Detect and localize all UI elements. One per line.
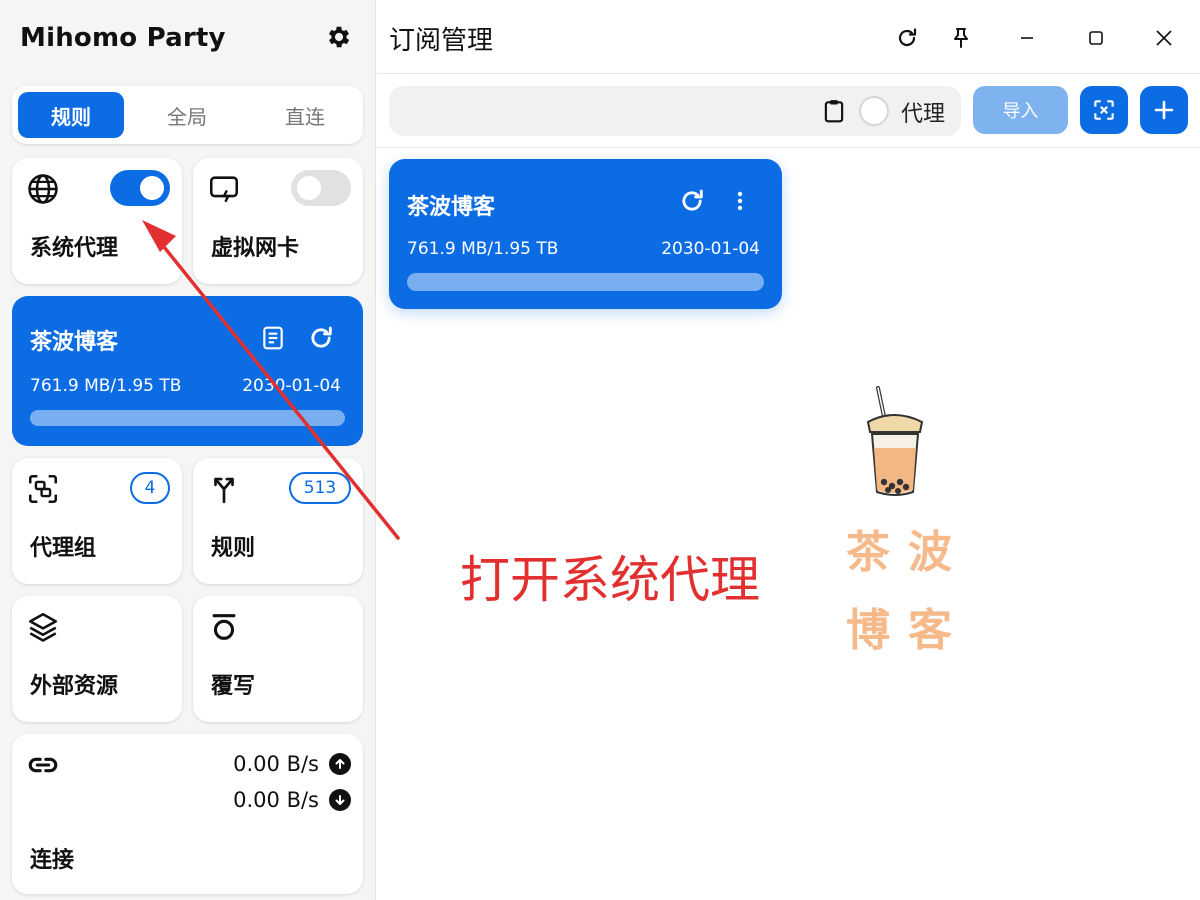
upload-icon (329, 753, 351, 775)
rules-label: 规则 (211, 536, 256, 561)
boba-tea-icon (866, 386, 924, 496)
minimize-icon (1021, 37, 1033, 39)
mode-tab-global[interactable]: 全局 (134, 92, 240, 138)
refresh-profile-button[interactable] (676, 185, 708, 217)
override-label: 覆写 (211, 674, 256, 699)
refresh-subscription-button[interactable] (305, 322, 337, 354)
page-title: 订阅管理 (389, 26, 494, 56)
profile-card[interactable]: 茶波博客 761.9 MB/1.95 TB 2030-01-04 (389, 159, 782, 309)
system-proxy-label: 系统代理 (30, 236, 119, 261)
profile-usage: 761.9 MB/1.95 TB (407, 239, 559, 259)
current-subscription-card[interactable]: 茶波博客 761.9 MB/1.95 TB 2030-01-04 (12, 296, 363, 446)
clipboard-icon (824, 100, 844, 123)
brand-letter-m: M (20, 23, 47, 53)
edit-file-button[interactable] (257, 322, 289, 354)
system-proxy-card[interactable]: 系统代理 (12, 158, 182, 284)
scan-qr-button[interactable] (1080, 86, 1128, 134)
mode-tab-rule[interactable]: 规则 (18, 92, 124, 138)
mode-selector: 规则 全局 直连 (12, 86, 363, 144)
profile-menu-button[interactable] (724, 185, 756, 217)
sidebar: Mihomo Party 规则 全局 直连 系统代理 虚拟网卡 茶波博客 761… (0, 0, 376, 900)
proxy-groups-card[interactable]: 4 代理组 (12, 458, 182, 584)
tun-card[interactable]: 虚拟网卡 (193, 158, 363, 284)
proxy-groups-count: 4 (130, 472, 170, 504)
app-brand: Mihomo Party (20, 20, 226, 56)
close-button[interactable] (1146, 20, 1182, 56)
download-speed: 0.00 B/s (233, 788, 351, 812)
layers-icon (28, 612, 58, 642)
profile-name: 茶波博客 (407, 195, 496, 220)
brand-name: ihomo Party (46, 23, 226, 53)
maximize-icon (1089, 31, 1103, 45)
use-proxy-checkbox[interactable] (859, 96, 889, 126)
minimize-button[interactable] (1009, 20, 1045, 56)
subscription-expire: 2030-01-04 (242, 376, 341, 396)
download-speed-value: 0.00 B/s (233, 788, 319, 812)
subscription-url-input[interactable] (403, 98, 813, 124)
title-bar: 订阅管理 (377, 0, 1200, 74)
refresh-icon (682, 189, 703, 211)
globe-icon (28, 174, 58, 204)
more-vert-icon (737, 191, 743, 211)
tun-toggle[interactable] (291, 170, 351, 206)
maximize-button[interactable] (1078, 20, 1114, 56)
file-icon (263, 326, 283, 350)
subscription-usage: 761.9 MB/1.95 TB (30, 376, 182, 396)
upload-speed: 0.00 B/s (233, 752, 351, 776)
proxy-group-icon (28, 474, 58, 504)
profile-usage-bar (407, 273, 764, 291)
refresh-icon (311, 326, 332, 348)
tun-icon (209, 176, 239, 203)
watermark-line-1: 茶波 (846, 527, 970, 578)
usage-progress-bar (30, 410, 345, 426)
refresh-icon (898, 28, 917, 47)
upload-speed-value: 0.00 B/s (233, 752, 319, 776)
main-panel: 订阅管理 代理 导入 茶波博客 761.9 MB/1.95 TB 2030-01… (377, 0, 1200, 900)
resources-label: 外部资源 (30, 674, 119, 699)
download-icon (329, 789, 351, 811)
rules-count: 513 (289, 472, 351, 504)
subscription-toolbar: 代理 导入 (377, 74, 1200, 148)
annotation-text: 打开系统代理 (460, 551, 760, 609)
profile-expire: 2030-01-04 (661, 239, 760, 259)
import-button[interactable]: 导入 (973, 86, 1068, 134)
add-profile-button[interactable] (1140, 86, 1188, 134)
plus-icon (1154, 100, 1174, 120)
url-input-box: 代理 (389, 86, 961, 136)
mode-tab-direct[interactable]: 直连 (252, 92, 358, 138)
refresh-button[interactable] (889, 20, 925, 56)
proxy-groups-label: 代理组 (30, 536, 97, 561)
connections-label: 连接 (30, 848, 75, 873)
subscription-name: 茶波博客 (30, 330, 119, 355)
pin-icon (954, 28, 968, 48)
tun-label: 虚拟网卡 (211, 236, 300, 261)
override-card[interactable]: 覆写 (193, 596, 363, 722)
override-icon (212, 614, 236, 640)
connections-card[interactable]: 0.00 B/s 0.00 B/s 连接 (12, 734, 363, 894)
link-icon (28, 757, 58, 773)
rules-icon (214, 477, 234, 504)
settings-button[interactable] (322, 20, 356, 54)
toggle-knob (297, 176, 321, 200)
close-icon (1156, 30, 1172, 46)
watermark-line-2: 博客 (846, 605, 970, 656)
resources-card[interactable]: 外部资源 (12, 596, 182, 722)
settings-icon (328, 26, 350, 48)
toggle-knob (140, 176, 164, 200)
paste-button[interactable] (821, 98, 847, 124)
pin-button[interactable] (943, 20, 979, 56)
rules-card[interactable]: 513 规则 (193, 458, 363, 584)
qr-scan-icon (1094, 100, 1114, 120)
use-proxy-label: 代理 (901, 102, 946, 127)
system-proxy-toggle[interactable] (110, 170, 170, 206)
